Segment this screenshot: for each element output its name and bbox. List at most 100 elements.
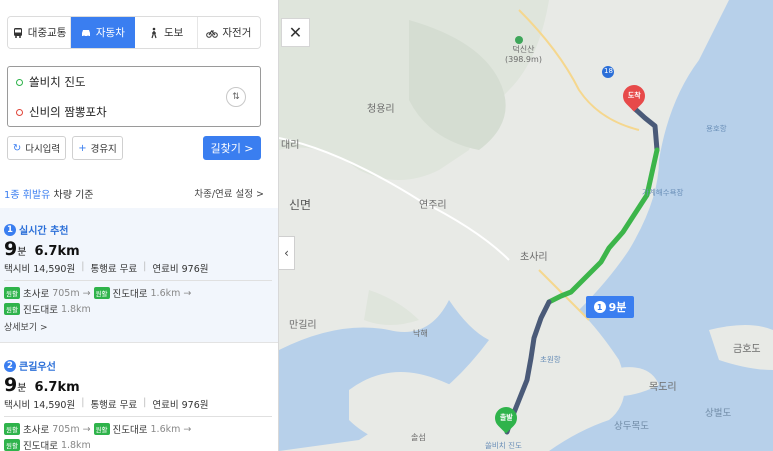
road-name: 초사로 [22, 289, 50, 300]
route-fees: 택시비 14,590원 | 통행료 무료 | 연료비 976원 [4, 397, 209, 411]
road-name: 진도대로 [112, 289, 148, 300]
traffic-tag: 원활 [4, 439, 20, 451]
route-minutes: 9 [4, 238, 18, 260]
tab-car-label: 자동차 [95, 27, 125, 39]
road-name: 진도대로 [22, 305, 58, 316]
road-segments: 원활 초사로 705m → 원활 진도대로 1.6km → [4, 422, 191, 436]
route-title-text: 큰길우선 [19, 362, 56, 373]
tab-bicycle-label: 자전거 [222, 27, 252, 39]
toll-fee: 통행료 무료 [90, 400, 138, 411]
map-label-yongho-port: 용호항 [706, 124, 727, 133]
map-label-mangil: 만길리 [289, 320, 317, 331]
route-inputs: 쏠비치 진도 신비의 짬뽕포차 ⇅ [7, 66, 261, 127]
tab-bicycle[interactable]: 자전거 [197, 17, 260, 48]
destination-field[interactable]: 신비의 짬뽕포차 [16, 97, 107, 127]
route-minutes-unit: 분 [17, 247, 27, 258]
road-length: 1.6km → [150, 423, 192, 435]
map-label-cheongyong: 청용리 [367, 104, 395, 115]
origin-dot-icon [16, 78, 23, 86]
transport-tabs: 대중교통 자동차 도보 자전거 [7, 16, 261, 49]
road-segments: 원활 초사로 705m → 원활 진도대로 1.6km → [4, 286, 191, 300]
map-canvas[interactable]: 덕신산 (398.9m) 18 청용리 대리 신면 연주리 초사리 만길리 낙해… [279, 0, 773, 451]
map-label-mokdo: 목도리 [649, 382, 677, 393]
map-terrain [279, 0, 773, 451]
route-detail-link[interactable]: 상세보기 > [4, 320, 48, 333]
divider [0, 342, 278, 343]
vehicle-settings-link[interactable]: 차종/연료 설정 > [194, 186, 264, 200]
search-label: 길찾기 > [210, 142, 254, 155]
tab-car[interactable]: 자동차 [71, 17, 135, 48]
road-name: 진도대로 [22, 441, 58, 451]
traffic-tag: 원활 [4, 423, 20, 435]
waypoint-label: 경유지 [90, 144, 117, 155]
map-label-geumhodo: 금호도 [733, 344, 761, 355]
map-label-nakhae: 낙해 [413, 329, 428, 338]
destination-dot-icon [16, 108, 23, 116]
origin-field[interactable]: 쏠비치 진도 [16, 67, 86, 97]
road-number: 18 [604, 67, 613, 75]
map-label-chowon-port: 초원항 [540, 355, 561, 364]
map-label-sinmyeon: 신면 [289, 198, 312, 212]
walk-icon [151, 27, 157, 38]
close-icon[interactable]: ✕ [281, 18, 310, 47]
refresh-icon: ↻ [12, 142, 22, 154]
plus-icon: + [78, 142, 87, 154]
route-fees: 택시비 14,590원 | 통행료 무료 | 연료비 976원 [4, 261, 209, 275]
route-card-2[interactable]: 2 큰길우선 9분 6.7km 택시비 14,590원 | 통행료 무료 | 연료비… [0, 344, 278, 451]
route-time-badge[interactable]: 1 9분 [586, 296, 634, 318]
traffic-tag: 원활 [93, 287, 110, 299]
route-time-label: 9분 [608, 301, 627, 314]
swap-icon[interactable]: ⇅ [226, 87, 246, 107]
map-label-mountain: 덕신산 (398.9m) [505, 44, 542, 64]
mountain-name: 덕신산 [512, 45, 535, 54]
fuel-cost: 연료비 976원 [152, 400, 209, 411]
traffic-tag: 원활 [93, 423, 110, 435]
search-route-button[interactable]: 길찾기 > [203, 136, 261, 160]
arrival-pin[interactable]: 도착 [618, 80, 650, 113]
tab-walk[interactable]: 도보 [134, 17, 198, 48]
route-stats: 9분 6.7km [4, 374, 80, 396]
route-minutes-unit: 분 [17, 383, 27, 394]
map-label-songsam: 솔섬 [411, 433, 426, 442]
tab-transit[interactable]: 대중교통 [8, 17, 72, 48]
tab-walk-label: 도보 [163, 27, 184, 39]
map-label-sangbeol: 상벌도 [705, 408, 732, 419]
route-number-badge: 1 [593, 301, 606, 313]
mountain-height: (398.9m) [505, 55, 542, 64]
traffic-tag: 원활 [4, 287, 20, 299]
car-icon [81, 29, 90, 37]
map-label-sanghang: 상두목도 [614, 421, 649, 432]
fuel-suffix: 차량 기준 [50, 190, 94, 201]
tab-transit-label: 대중교통 [27, 27, 67, 39]
route-distance: 6.7km [34, 244, 80, 259]
route-title-text: 실시간 추천 [19, 226, 69, 237]
route-minutes: 9 [4, 374, 18, 396]
destination-value: 신비의 짬뽕포차 [29, 105, 107, 119]
map-label-gagye-beach: 가계해수욕장 [642, 188, 684, 197]
route-distance: 6.7km [34, 380, 80, 395]
road-length: 705m → [52, 423, 91, 435]
reset-button[interactable]: ↻ 다시입력 [7, 136, 66, 160]
add-waypoint-button[interactable]: + 경유지 [72, 136, 123, 160]
map-label-yeonju: 연주리 [419, 200, 447, 211]
mountain-icon [515, 36, 523, 44]
chevron-left-icon[interactable]: ‹ [279, 236, 295, 270]
road-length: 1.8km [60, 303, 91, 315]
road-name: 초사로 [22, 425, 50, 436]
route-number-badge: 2 [4, 359, 16, 372]
road-name: 진도대로 [112, 425, 148, 436]
route-number-badge: 1 [4, 223, 16, 236]
road-length: 1.6km → [150, 287, 192, 299]
divider [4, 416, 272, 417]
reset-label: 다시입력 [25, 144, 61, 155]
map-label-solbeach: 쏠비치 진도 [485, 441, 522, 450]
fuel-cost: 연료비 976원 [152, 264, 209, 275]
route-card-1[interactable]: 1 실시간 추천 9분 6.7km 택시비 14,590원 | 통행료 무료 | 연… [0, 208, 278, 343]
road-length: 705m → [52, 287, 91, 299]
fuel-type[interactable]: 1종 휘발유 [4, 190, 50, 201]
route-title: 2 큰길우선 [4, 358, 56, 373]
departure-pin-label: 출발 [499, 414, 513, 423]
departure-pin[interactable]: 출발 [490, 402, 522, 435]
map-label-chosari: 초사리 [520, 252, 548, 263]
route-title: 1 실시간 추천 [4, 222, 68, 237]
